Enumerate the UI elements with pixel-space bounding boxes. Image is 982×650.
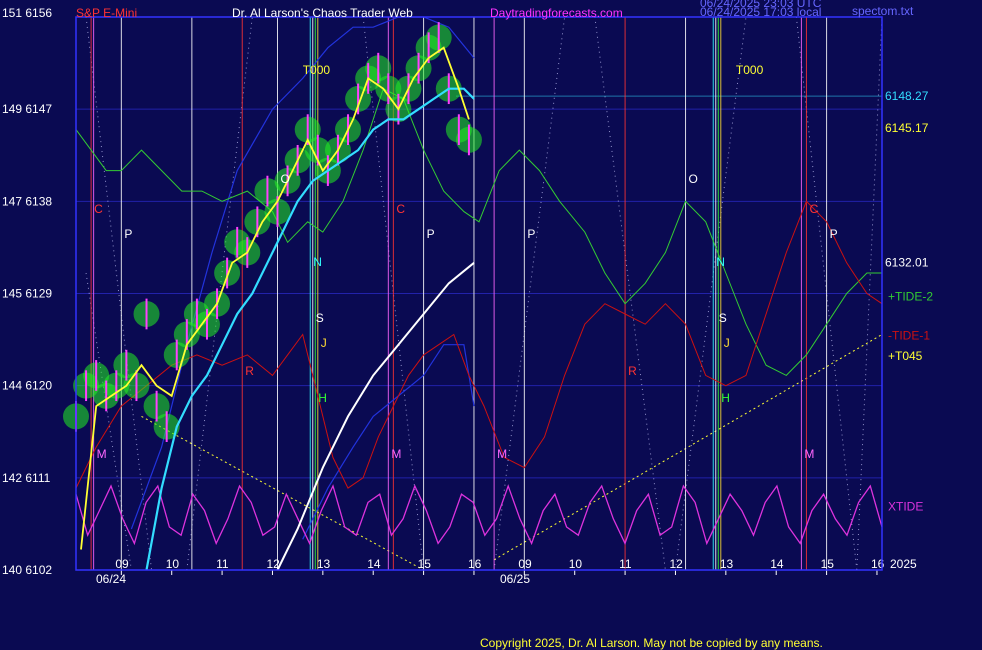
x-tick-label: 10 xyxy=(569,557,583,571)
event-label: P xyxy=(830,227,838,241)
event-label: C xyxy=(809,202,818,216)
event-label: H xyxy=(721,391,730,405)
x-tick-label: 09 xyxy=(115,557,129,571)
event-label: R xyxy=(628,364,637,378)
x-tick-label: 16 xyxy=(468,557,482,571)
y-tick-label: 149 6147 xyxy=(2,102,52,116)
chart-title: Dr. Al Larson's Chaos Trader Web xyxy=(232,6,413,20)
right-level-label: 6145.17 xyxy=(885,121,929,135)
x-tick-label: 15 xyxy=(418,557,432,571)
event-label: J xyxy=(321,336,327,350)
x-tick-label: 13 xyxy=(720,557,734,571)
t000-label: T000 xyxy=(736,63,764,77)
y-tick-label: 142 6111 xyxy=(2,471,51,485)
event-label: P xyxy=(124,227,132,241)
x-tick-label: 15 xyxy=(821,557,835,571)
event-label: O xyxy=(689,172,698,186)
x-tick-label: 14 xyxy=(367,557,381,571)
chaos-trader-chart: 140 6102 142 6111 144 6120 145 6129 147 6138… xyxy=(0,0,982,650)
event-label: J xyxy=(724,336,730,350)
symbol-label: S&P E-Mini xyxy=(76,6,137,20)
x-tick-label: 12 xyxy=(669,557,683,571)
y-tick-label: 144 6120 xyxy=(2,379,52,393)
right-level-label: 6148.27 xyxy=(885,89,929,103)
x-tick-label: 09 xyxy=(518,557,532,571)
x-tick-label: 14 xyxy=(770,557,784,571)
corner-left-label: 151 6156 xyxy=(2,6,52,20)
event-label: N xyxy=(313,255,322,269)
y-tick-label: 145 6129 xyxy=(2,287,52,301)
event-label: C xyxy=(94,202,103,216)
event-label: P xyxy=(527,227,535,241)
y-tick-label: 140 6102 xyxy=(2,563,52,577)
legend-entry: XTIDE xyxy=(888,500,923,514)
event-label: R xyxy=(245,364,254,378)
date-label-1: 06/24 xyxy=(96,572,126,586)
event-label: N xyxy=(716,255,725,269)
x-tick-label: 10 xyxy=(166,557,180,571)
y-tick-label: 147 6138 xyxy=(2,194,52,208)
event-label: O xyxy=(281,172,290,186)
x-tick-label: 11 xyxy=(216,557,229,571)
event-label: H xyxy=(318,391,327,405)
year-label: 2025 xyxy=(890,557,917,571)
event-label: S xyxy=(719,311,727,325)
legend-entry: -TIDE-1 xyxy=(888,329,930,343)
event-label: P xyxy=(427,227,435,241)
date-label-2: 06/25 xyxy=(500,572,530,586)
event-label: M xyxy=(804,447,814,461)
event-label: S xyxy=(316,311,324,325)
right-level-label: 6132.01 xyxy=(885,256,929,270)
event-label: M xyxy=(497,447,507,461)
x-tick-label: 12 xyxy=(266,557,280,571)
event-label: M xyxy=(391,447,401,461)
event-label: M xyxy=(97,447,107,461)
stamp-local: 06/24/2025 17:03 local xyxy=(700,5,821,19)
copyright: Copyright 2025, Dr. Al Larson. May not b… xyxy=(480,636,823,650)
t000-label: T000 xyxy=(303,63,331,77)
legend-entry: +T045 xyxy=(888,349,923,363)
x-tick-label: 13 xyxy=(317,557,331,571)
event-label: C xyxy=(396,202,405,216)
file-label: spectom.txt xyxy=(852,4,914,18)
x-tick-label: 11 xyxy=(619,557,632,571)
site-link[interactable]: Daytradingforecasts.com xyxy=(490,6,623,20)
legend-entry: +TIDE-2 xyxy=(888,290,933,304)
